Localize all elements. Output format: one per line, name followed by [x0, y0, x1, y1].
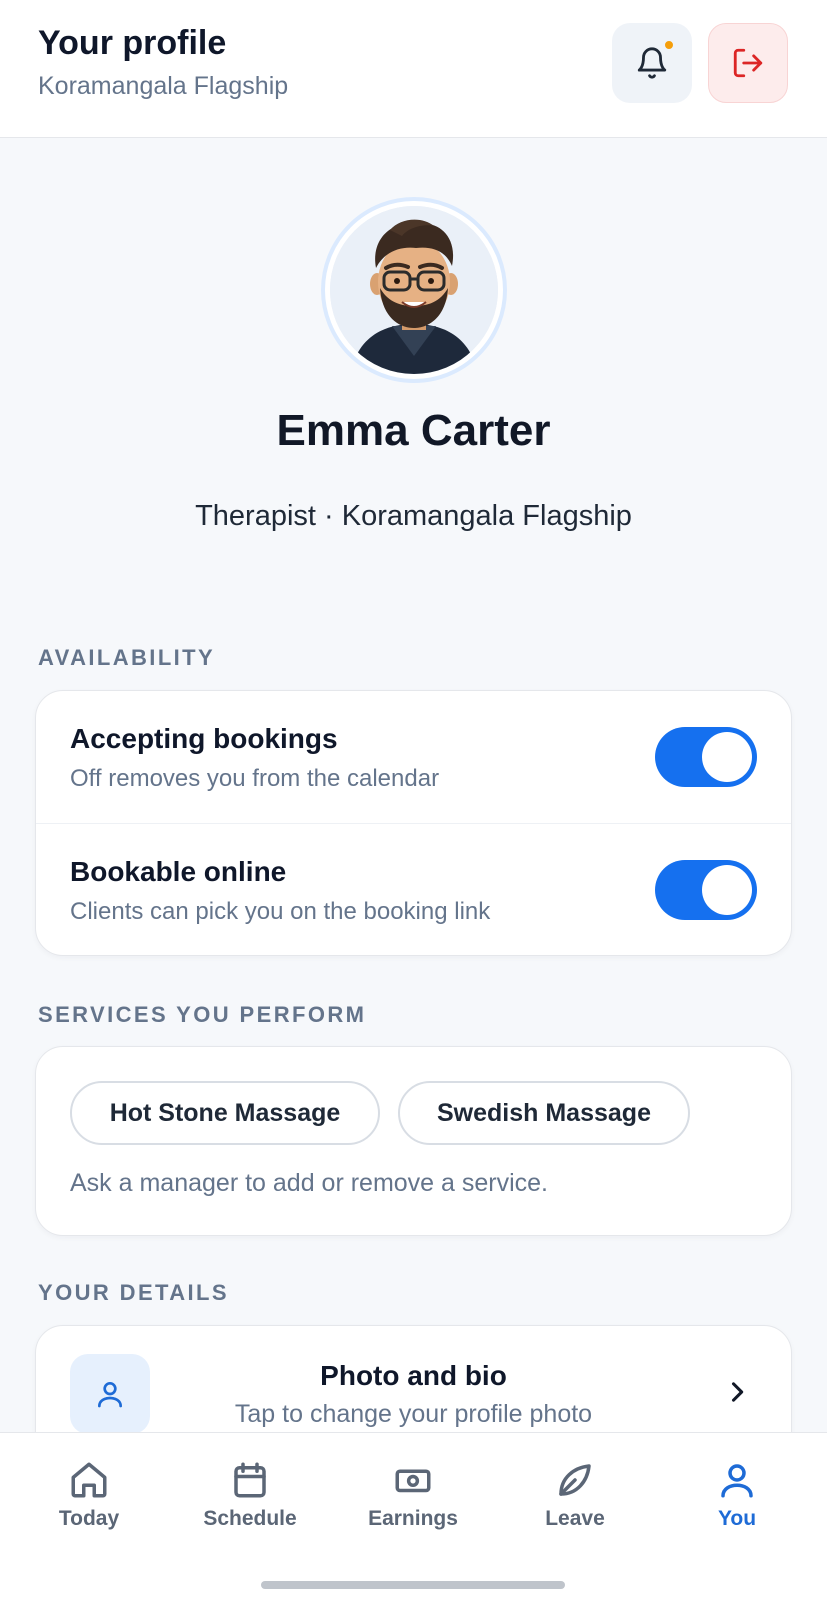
services-section-label: SERVICES YOU PERFORM — [38, 1002, 367, 1027]
availability-row-subtitle: Clients can pick you on the booking link — [70, 898, 491, 925]
tab-label: Leave — [545, 1507, 605, 1530]
accepting-bookings-toggle[interactable] — [655, 727, 757, 787]
availability-row-title: Accepting bookings — [70, 723, 338, 754]
home-indicator — [261, 1581, 565, 1589]
bottom-tab-bar: Today Schedule Earnings Leave You — [0, 1432, 827, 1600]
calendar-icon — [234, 1462, 266, 1498]
detail-subtitle: Tap to change your profile photo — [234, 1400, 593, 1428]
avatar — [330, 206, 498, 374]
services-note: Ask a manager to add or remove a service… — [70, 1169, 549, 1197]
logout-button[interactable] — [708, 23, 788, 103]
services-card: Hot Stone Massage Swedish Massage Ask a … — [35, 1046, 792, 1236]
details-section-label: YOUR DETAILS — [38, 1280, 229, 1305]
tab-earnings[interactable]: Earnings — [353, 1459, 473, 1531]
availability-card: Accepting bookings Off removes you from … — [35, 690, 792, 956]
user-icon — [721, 1464, 753, 1498]
availability-row-subtitle: Off removes you from the calendar — [70, 765, 440, 792]
availability-row-accepting: Accepting bookings Off removes you from … — [36, 691, 791, 823]
chevron-right-icon — [731, 1382, 744, 1402]
tab-label: Today — [58, 1507, 120, 1530]
leaf-icon — [559, 1464, 591, 1496]
tab-leave[interactable]: Leave — [515, 1459, 635, 1531]
bookable-online-toggle[interactable] — [655, 860, 757, 920]
tab-label: You — [717, 1507, 757, 1530]
service-chip-hot-stone[interactable]: Hot Stone Massage — [70, 1081, 380, 1145]
tab-label: Schedule — [203, 1507, 297, 1530]
home-icon — [71, 1462, 107, 1498]
notification-dot — [663, 39, 675, 51]
bell-icon — [637, 47, 667, 79]
tab-today[interactable]: Today — [29, 1459, 149, 1531]
top-header: Your profile Koramangala Flagship — [0, 0, 827, 138]
notifications-button[interactable] — [612, 23, 692, 103]
profile-role: Therapist · Koramangala Flagship — [195, 500, 632, 532]
tab-label: Earnings — [368, 1507, 458, 1530]
service-chip-swedish[interactable]: Swedish Massage — [398, 1081, 690, 1145]
toggle-knob — [702, 732, 752, 782]
availability-row-online: Bookable online Clients can pick you on … — [36, 824, 791, 956]
tab-you[interactable]: You — [677, 1459, 797, 1531]
detail-title: Photo and bio — [320, 1360, 507, 1391]
banknote-icon — [395, 1469, 431, 1493]
availability-row-title: Bookable online — [70, 856, 287, 887]
toggle-knob — [702, 865, 752, 915]
avatar-ring[interactable] — [321, 197, 507, 383]
page-subtitle: Koramangala Flagship — [38, 72, 289, 100]
profile-name: Emma Carter — [276, 406, 551, 455]
page-title: Your profile — [38, 24, 227, 62]
tab-schedule[interactable]: Schedule — [190, 1459, 310, 1531]
availability-section-label: AVAILABILITY — [38, 645, 216, 670]
logout-icon — [733, 48, 763, 78]
